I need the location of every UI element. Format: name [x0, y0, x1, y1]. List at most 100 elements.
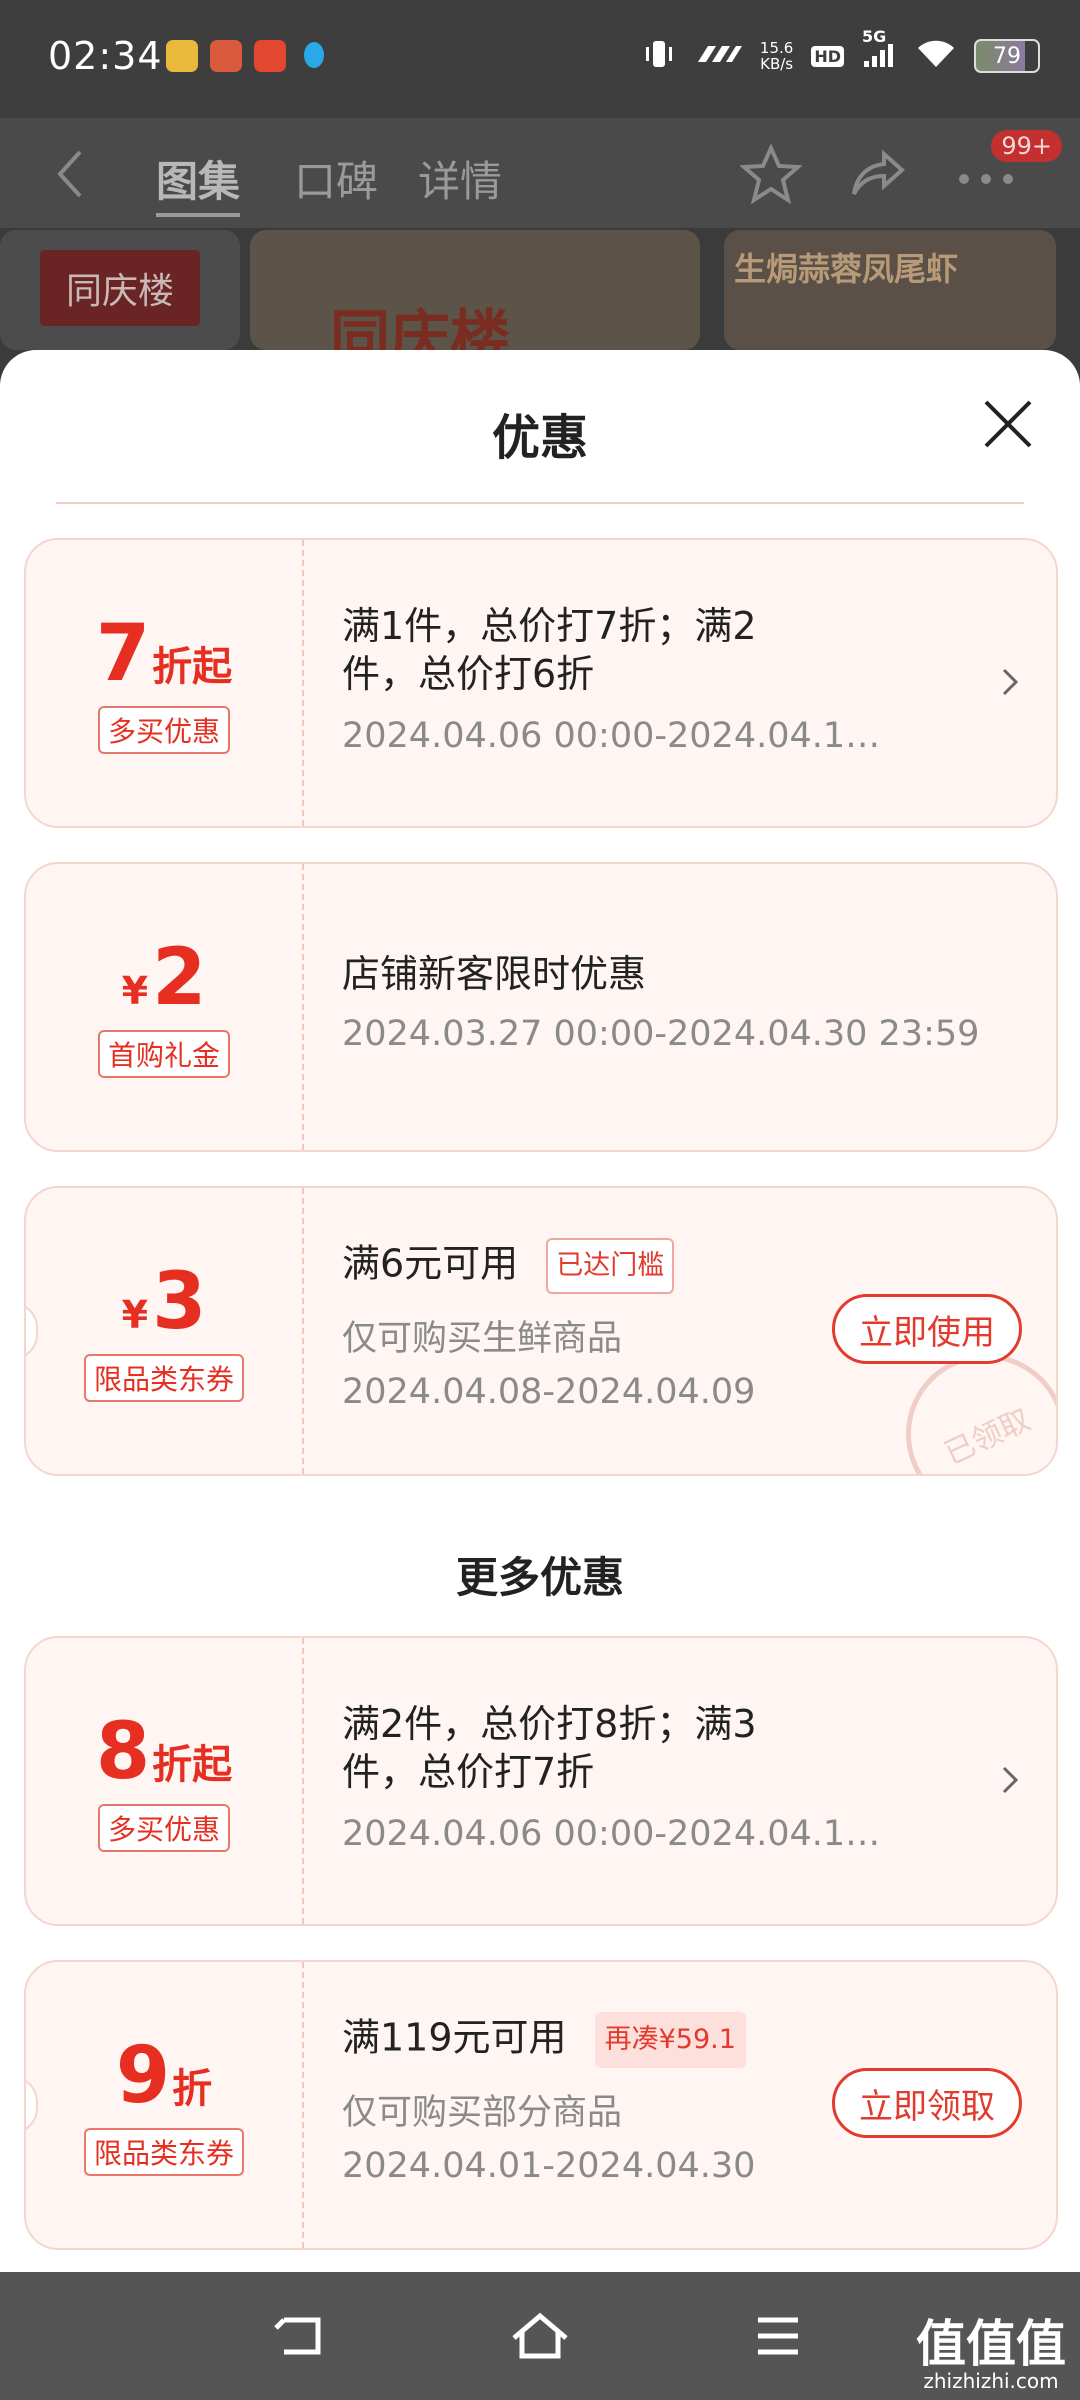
more-discounts-title: 更多优惠 — [455, 1553, 624, 1602]
watermark-text: 值值值 — [916, 2315, 1066, 2373]
chevron-right-icon[interactable] — [1000, 1762, 1020, 1798]
coupon-value: 9 折 限品类东券 — [26, 1962, 302, 2248]
threshold-reached-badge: 已达门槛 — [546, 1238, 675, 1294]
coupon-details: 满1件，总价打7折；满2件，总价打6折 2024.04.06 00:00-202… — [342, 540, 1056, 826]
coupon-date: 2024.04.06 00:00-2024.04.1… — [342, 1814, 881, 1854]
tab-reviews[interactable]: 口碑 — [294, 148, 378, 209]
coupon-type-tag: 限品类东券 — [83, 1354, 244, 1402]
network-speed-unit: KB/s — [760, 55, 794, 73]
back-nav-icon[interactable] — [272, 2312, 328, 2360]
banner-dish-title: 生焗蒜蓉凤尾虾 — [734, 250, 959, 288]
coupon-amount-number: 7 — [95, 609, 151, 699]
coupon-details: 满2件，总价打8折；满3件，总价打7折 2024.04.06 00:00-202… — [342, 1638, 1056, 1924]
qq-icon — [298, 40, 330, 72]
clock: 02:34 — [48, 34, 163, 78]
coupon-description: 店铺新客限时优惠 — [342, 952, 647, 996]
claim-now-button[interactable]: 立即领取 — [832, 2068, 1022, 2138]
share-icon[interactable] — [850, 148, 906, 204]
cellular-signal-icon: 5G — [862, 27, 898, 73]
coupon-date: 2024.04.01-2024.04.30 — [342, 2146, 756, 2186]
coupon-scope: 仅可购买部分商品 — [342, 2093, 623, 2133]
coupon-divider — [302, 1638, 304, 1924]
network-type: 5G — [862, 27, 887, 46]
app-notification-icon — [254, 40, 286, 72]
coupon-type-tag: 多买优惠 — [97, 1804, 230, 1852]
coupon-scope: 仅可购买生鲜商品 — [342, 1319, 623, 1359]
coupon-value: ¥ 2 首购礼金 — [26, 864, 302, 1150]
coupon-type-tag: 限品类东券 — [83, 2128, 244, 2176]
coupon-card[interactable]: 8 折起 多买优惠 满2件，总价打8折；满3件，总价打7折 2024.04.06… — [24, 1636, 1058, 1926]
coupon-amount-number: 8 — [95, 1707, 151, 1797]
coupon-type-tag: 首购礼金 — [97, 1030, 230, 1078]
message-count-badge: 99+ — [991, 130, 1062, 162]
battery-icon: 79 — [974, 39, 1040, 73]
coupon-date: 2024.03.27 00:00-2024.04.30 23:59 — [342, 1014, 980, 1054]
sheet-title: 优惠 — [491, 410, 588, 466]
coupon-amount-unit: 折起 — [152, 1742, 233, 1788]
coupon-amount-number: 2 — [152, 933, 207, 1023]
coupon-threshold: 满119元可用 再凑¥59.1 — [342, 2012, 746, 2068]
app-notification-icon — [210, 40, 242, 72]
coupon-card[interactable]: 9 折 限品类东券 满119元可用 再凑¥59.1 仅可购买部分商品 2024.… — [24, 1960, 1058, 2250]
coupon-amount-unit: 折起 — [152, 644, 233, 690]
coupon-threshold: 满6元可用 已达门槛 — [342, 1238, 675, 1294]
use-now-button[interactable]: 立即使用 — [832, 1294, 1022, 1364]
coupon-card[interactable]: ¥ 2 首购礼金 店铺新客限时优惠 2024.03.27 00:00-2024.… — [24, 862, 1058, 1152]
app-notification-icon — [166, 40, 198, 72]
tab-details[interactable]: 详情 — [418, 148, 502, 209]
network-speed: 15.6 KB/s — [760, 40, 793, 72]
coupon-amount-number: 9 — [115, 2031, 171, 2121]
coupon-description: 满119元可用 — [342, 2015, 567, 2060]
menu-nav-icon[interactable] — [754, 2312, 810, 2360]
coupon-divider — [302, 540, 304, 826]
page-header: 图集 口碑 详情 99+ — [0, 118, 1080, 228]
battery-level: 79 — [993, 43, 1021, 69]
coupon-divider — [302, 1188, 304, 1474]
banner-right[interactable]: 生焗蒜蓉凤尾虾 — [724, 230, 1056, 350]
coupon-type-tag: 多买优惠 — [97, 706, 230, 754]
wifi-icon — [916, 39, 956, 73]
coupon-card[interactable]: ¥ 3 限品类东券 满6元可用 已达门槛 仅可购买生鲜商品 2024.04.08… — [24, 1186, 1058, 1476]
discount-sheet: 优惠 7 折起 多买优惠 满1件，总价打7折；满2件，总价打6折 2024.04… — [0, 350, 1080, 2272]
coupon-value: ¥ 3 限品类东券 — [26, 1188, 302, 1474]
back-icon[interactable] — [56, 148, 84, 204]
coupon-value: 8 折起 多买优惠 — [26, 1638, 302, 1924]
coupon-divider — [302, 864, 304, 1150]
banner-left[interactable]: 同庆楼 — [0, 230, 240, 350]
close-icon[interactable] — [980, 396, 1036, 452]
coupon-amount: ¥ 3 — [122, 1260, 207, 1344]
signal-mode-icon — [694, 42, 742, 70]
currency-symbol: ¥ — [121, 1293, 149, 1337]
coupon-amount-number: 3 — [152, 1257, 207, 1347]
amount-needed-badge: 再凑¥59.1 — [594, 2012, 746, 2068]
coupon-amount: ¥ 2 — [122, 936, 207, 1020]
currency-symbol: ¥ — [121, 969, 149, 1013]
more-menu-icon[interactable] — [958, 170, 1014, 189]
watermark: 值值值 zhizhizhi.com — [916, 2318, 1066, 2392]
home-nav-icon[interactable] — [510, 2312, 568, 2360]
watermark-url: zhizhizhi.com — [923, 2369, 1059, 2393]
coupon-date: 2024.04.06 00:00-2024.04.1… — [342, 716, 881, 756]
coupon-amount: 8 折起 — [96, 1710, 232, 1794]
coupon-description: 满2件，总价打8折；满3件，总价打7折 — [342, 1702, 757, 1794]
hd-badge: HD — [811, 45, 844, 67]
coupon-amount: 7 折起 — [96, 612, 232, 696]
network-speed-value: 15.6 — [759, 39, 794, 57]
status-bar: 02:34 15.6 KB/s HD 5G 79 — [0, 0, 1080, 118]
coupon-description: 满1件，总价打7折；满2件，总价打6折 — [342, 604, 757, 696]
chevron-right-icon[interactable] — [1000, 664, 1020, 700]
tab-gallery[interactable]: 图集 — [156, 148, 241, 217]
coupon-divider — [302, 1962, 304, 2248]
banner-main[interactable]: 同庆楼 — [250, 230, 700, 374]
coupon-value: 7 折起 多买优惠 — [26, 540, 302, 826]
previous-card-edge — [56, 500, 1024, 504]
coupon-details: 店铺新客限时优惠 2024.03.27 00:00-2024.04.30 23:… — [342, 864, 1056, 1150]
coupon-description: 满6元可用 — [342, 1241, 519, 1286]
coupon-card[interactable]: 7 折起 多买优惠 满1件，总价打7折；满2件，总价打6折 2024.04.06… — [24, 538, 1058, 828]
coupon-date: 2024.04.08-2024.04.09 — [342, 1372, 756, 1412]
favorite-star-icon[interactable] — [738, 143, 804, 208]
coupon-amount: 9 折 — [116, 2034, 212, 2118]
vibrate-icon — [642, 37, 676, 75]
coupon-amount-unit: 折 — [172, 2066, 213, 2112]
brand-logo: 同庆楼 — [40, 250, 200, 326]
